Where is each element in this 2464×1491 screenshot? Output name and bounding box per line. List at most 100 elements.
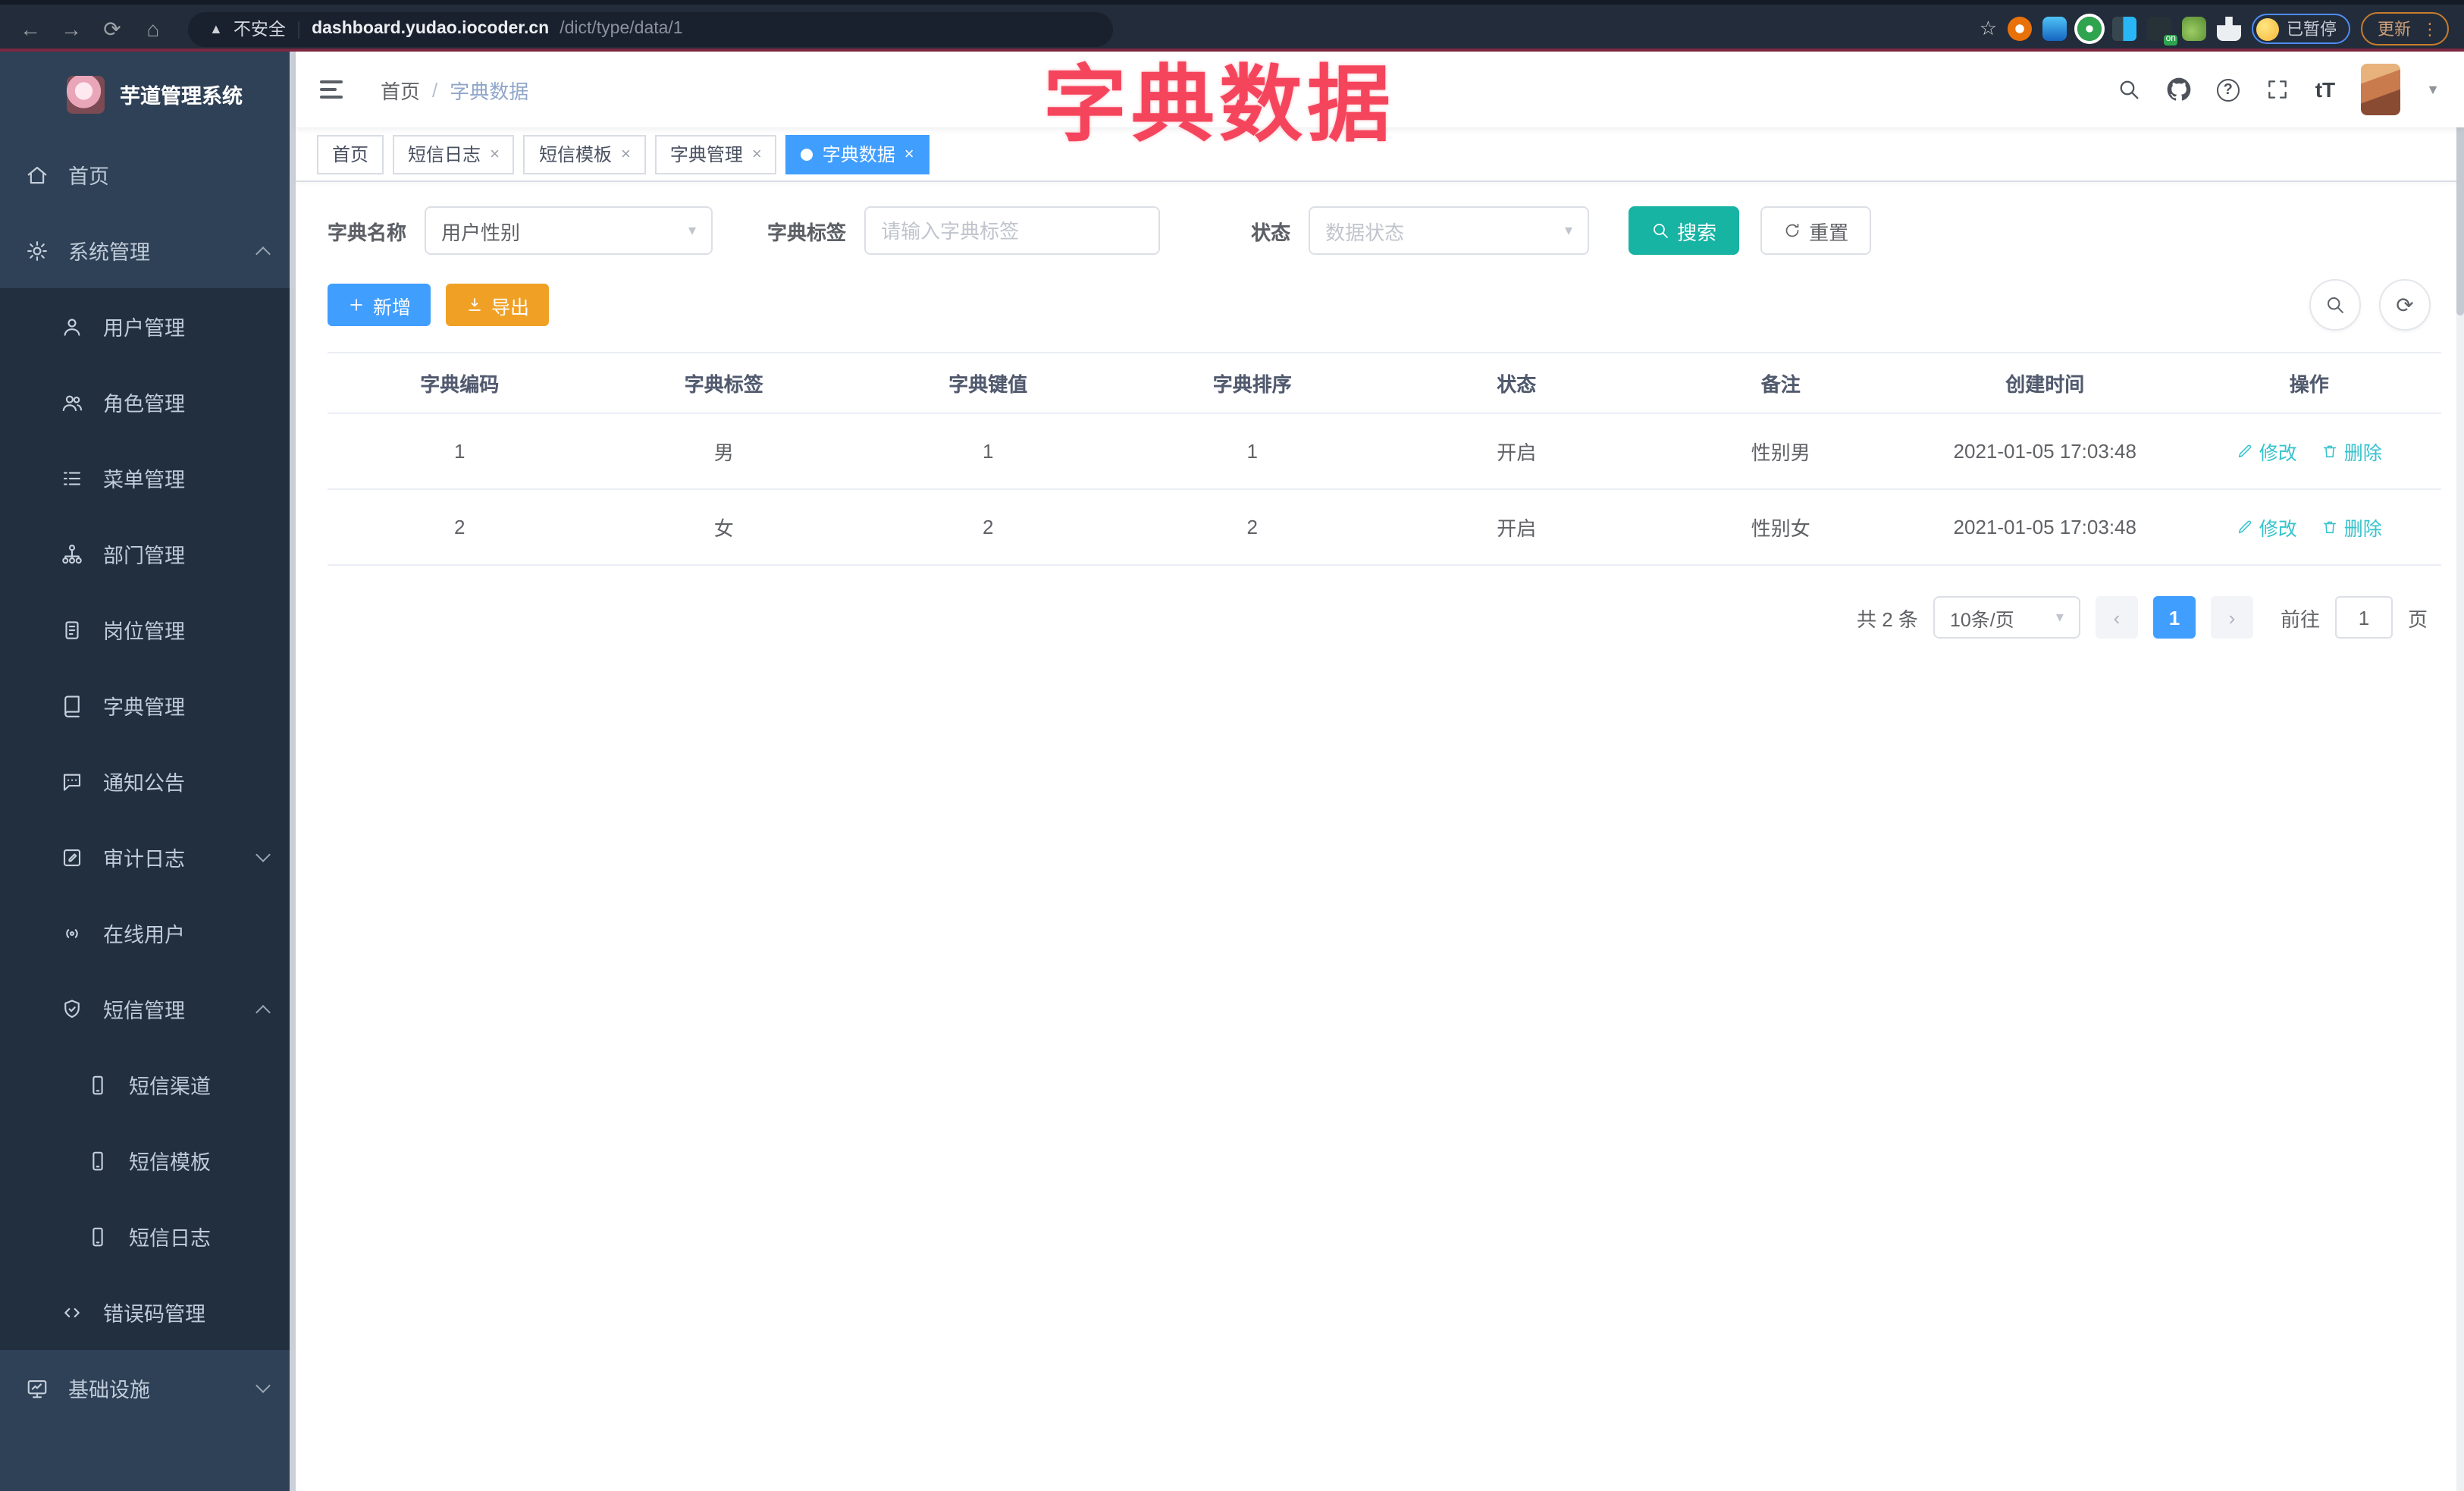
sidebar-item-sms-template[interactable]: 短信模板 — [0, 1122, 296, 1198]
dict-name-select[interactable]: 用户性别 ▾ — [425, 206, 713, 255]
font-size-icon[interactable]: tT — [2315, 77, 2335, 102]
plus-icon — [350, 299, 362, 311]
reset-button-label: 重置 — [1809, 221, 1849, 243]
cell-status: 开启 — [1384, 489, 1649, 566]
edit-link[interactable]: 修改 — [2237, 437, 2297, 466]
browser-back-icon[interactable]: ← — [15, 17, 45, 41]
github-icon[interactable] — [2167, 77, 2191, 102]
tags-view: 首页 短信日志 × 短信模板 × 字典管理 × 字典数据 × — [296, 127, 2464, 182]
breadcrumb: 首页 / 字典数据 — [381, 75, 528, 104]
page-size-select[interactable]: 10条/页 ▾ — [1933, 596, 2080, 639]
sidebar-item-error-code[interactable]: 错误码管理 — [0, 1274, 296, 1350]
online-signal-icon — [66, 928, 78, 937]
cell-remark: 性别男 — [1648, 413, 1913, 490]
status-select[interactable]: 数据状态 ▾ — [1309, 206, 1590, 255]
tag-dict-data-active[interactable]: 字典数据 × — [785, 134, 929, 174]
browser-chrome: ← → ⟳ ⌂ ▲ 不安全 | dashboard.yudao.iocoder.… — [0, 0, 2464, 52]
sidebar-item-menu-management[interactable]: 菜单管理 — [0, 440, 296, 516]
sidebar-item-home[interactable]: 首页 — [0, 137, 296, 212]
search-icon — [1654, 224, 1668, 238]
browser-forward-icon[interactable]: → — [56, 17, 86, 41]
avatar-caret-icon[interactable]: ▼ — [2426, 82, 2440, 97]
table-toolbar: 新增 导出 ⟳ — [328, 279, 2449, 331]
browser-menu-kebab-icon[interactable]: ⋮ — [2422, 19, 2438, 39]
address-bar[interactable]: ▲ 不安全 | dashboard.yudao.iocoder.cn /dict… — [188, 11, 1113, 46]
breadcrumb-home[interactable]: 首页 — [381, 75, 420, 104]
user-avatar[interactable] — [2361, 64, 2401, 115]
close-icon[interactable]: × — [490, 145, 500, 163]
logo[interactable]: 芋道管理系统 — [0, 52, 296, 137]
sidebar-item-infrastructure[interactable]: 基础设施 — [0, 1350, 296, 1426]
tag-sms-log[interactable]: 短信日志 × — [393, 134, 515, 174]
code-icon — [64, 1307, 80, 1317]
sidebar-item-online-users[interactable]: 在线用户 — [0, 895, 296, 971]
dict-name-value: 用户性别 — [441, 221, 521, 243]
sidebar-item-post-management[interactable]: 岗位管理 — [0, 592, 296, 667]
mobile-icon — [92, 1150, 103, 1170]
tag-home[interactable]: 首页 — [317, 134, 384, 174]
edit-link-label: 修改 — [2259, 443, 2297, 464]
help-icon[interactable]: ? — [2216, 78, 2240, 101]
dict-label-input[interactable] — [881, 219, 1144, 242]
chrome-update-button[interactable]: 更新 ⋮ — [2361, 12, 2449, 46]
hamburger-icon[interactable] — [296, 52, 368, 127]
search-icon[interactable] — [2117, 77, 2141, 102]
refresh-table-button[interactable]: ⟳ — [2379, 279, 2431, 331]
close-icon[interactable]: × — [752, 145, 762, 163]
extensions-puzzle-icon[interactable] — [2217, 17, 2241, 41]
sidebar-item-system-management[interactable]: 系统管理 — [0, 212, 296, 288]
table-row: 1 男 1 1 开启 性别男 2021-01-05 17:03:48 修改 删除 — [328, 413, 2441, 490]
sidebar-item-dict-management[interactable]: 字典管理 — [0, 667, 296, 743]
sidebar-item-role-management[interactable]: 角色管理 — [0, 364, 296, 440]
breadcrumb-current: 字典数据 — [450, 80, 529, 102]
pencil-icon — [2238, 520, 2251, 534]
logo-title: 芋道管理系统 — [120, 85, 243, 108]
page-scrollbar[interactable] — [2456, 52, 2464, 1491]
prev-page-button[interactable]: ‹ — [2095, 596, 2138, 639]
chrome-update-label: 更新 — [2378, 21, 2411, 39]
sidebar-scrollbar[interactable] — [290, 52, 296, 1491]
fullscreen-icon[interactable] — [2265, 77, 2290, 102]
sidebar: 芋道管理系统 首页 系统管理 用户管理 角色管理 菜单管理 部门管理 岗位管理 … — [0, 52, 296, 1491]
add-button[interactable]: 新增 — [328, 284, 431, 326]
tag-dict-management[interactable]: 字典管理 × — [654, 134, 777, 174]
search-button[interactable]: 搜索 — [1629, 206, 1740, 255]
delete-link[interactable]: 删除 — [2321, 437, 2382, 466]
extension-icon-blue-drop[interactable] — [2042, 17, 2067, 41]
extension-icon-green-check[interactable] — [2077, 17, 2102, 41]
extension-icon-switch[interactable]: on — [2147, 17, 2177, 46]
sidebar-item-notice[interactable]: 通知公告 — [0, 743, 296, 819]
tag-label: 字典管理 — [669, 144, 743, 165]
close-icon[interactable]: × — [621, 145, 631, 163]
extension-icon-orange[interactable] — [2008, 17, 2032, 41]
bookmark-star-icon[interactable]: ☆ — [1980, 17, 1997, 41]
col-remark: 备注 — [1648, 352, 1913, 414]
sidebar-item-sms-channel[interactable]: 短信渠道 — [0, 1047, 296, 1122]
browser-home-icon[interactable]: ⌂ — [138, 17, 168, 41]
cell-remark: 性别女 — [1648, 489, 1913, 566]
sidebar-item-sms-log[interactable]: 短信日志 — [0, 1198, 296, 1274]
tag-sms-template[interactable]: 短信模板 × — [523, 134, 646, 174]
sidebar-item-dept-management[interactable]: 部门管理 — [0, 516, 296, 592]
sidebar-item-audit-log[interactable]: 审计日志 — [0, 819, 296, 895]
sidebar-item-user-management[interactable]: 用户管理 — [0, 288, 296, 364]
sidebar-item-sms-management[interactable]: 短信管理 — [0, 971, 296, 1047]
close-icon[interactable]: × — [904, 145, 914, 163]
profile-paused-chip[interactable]: 已暂停 — [2252, 14, 2350, 44]
goto-page-input[interactable] — [2334, 596, 2393, 639]
dict-label-label: 字典标签 — [767, 221, 847, 243]
breadcrumb-separator: / — [432, 78, 438, 101]
delete-link[interactable]: 删除 — [2321, 513, 2382, 541]
edit-link[interactable]: 修改 — [2237, 513, 2297, 541]
next-page-button[interactable]: › — [2210, 596, 2253, 639]
sidebar-item-label: 通知公告 — [103, 772, 185, 795]
sidebar-item-label: 岗位管理 — [103, 620, 185, 643]
browser-reload-icon[interactable]: ⟳ — [97, 16, 127, 42]
reset-button[interactable]: 重置 — [1760, 206, 1872, 255]
export-button[interactable]: 导出 — [446, 284, 550, 326]
page-1-button[interactable]: 1 — [2152, 596, 2196, 639]
extension-icon-stats[interactable] — [2112, 17, 2136, 41]
extension-icon-green-leaf[interactable] — [2182, 17, 2206, 41]
table-header-row: 字典编码 字典标签 字典键值 字典排序 状态 备注 创建时间 操作 — [328, 352, 2441, 414]
toggle-search-icon-button[interactable] — [2309, 279, 2361, 331]
